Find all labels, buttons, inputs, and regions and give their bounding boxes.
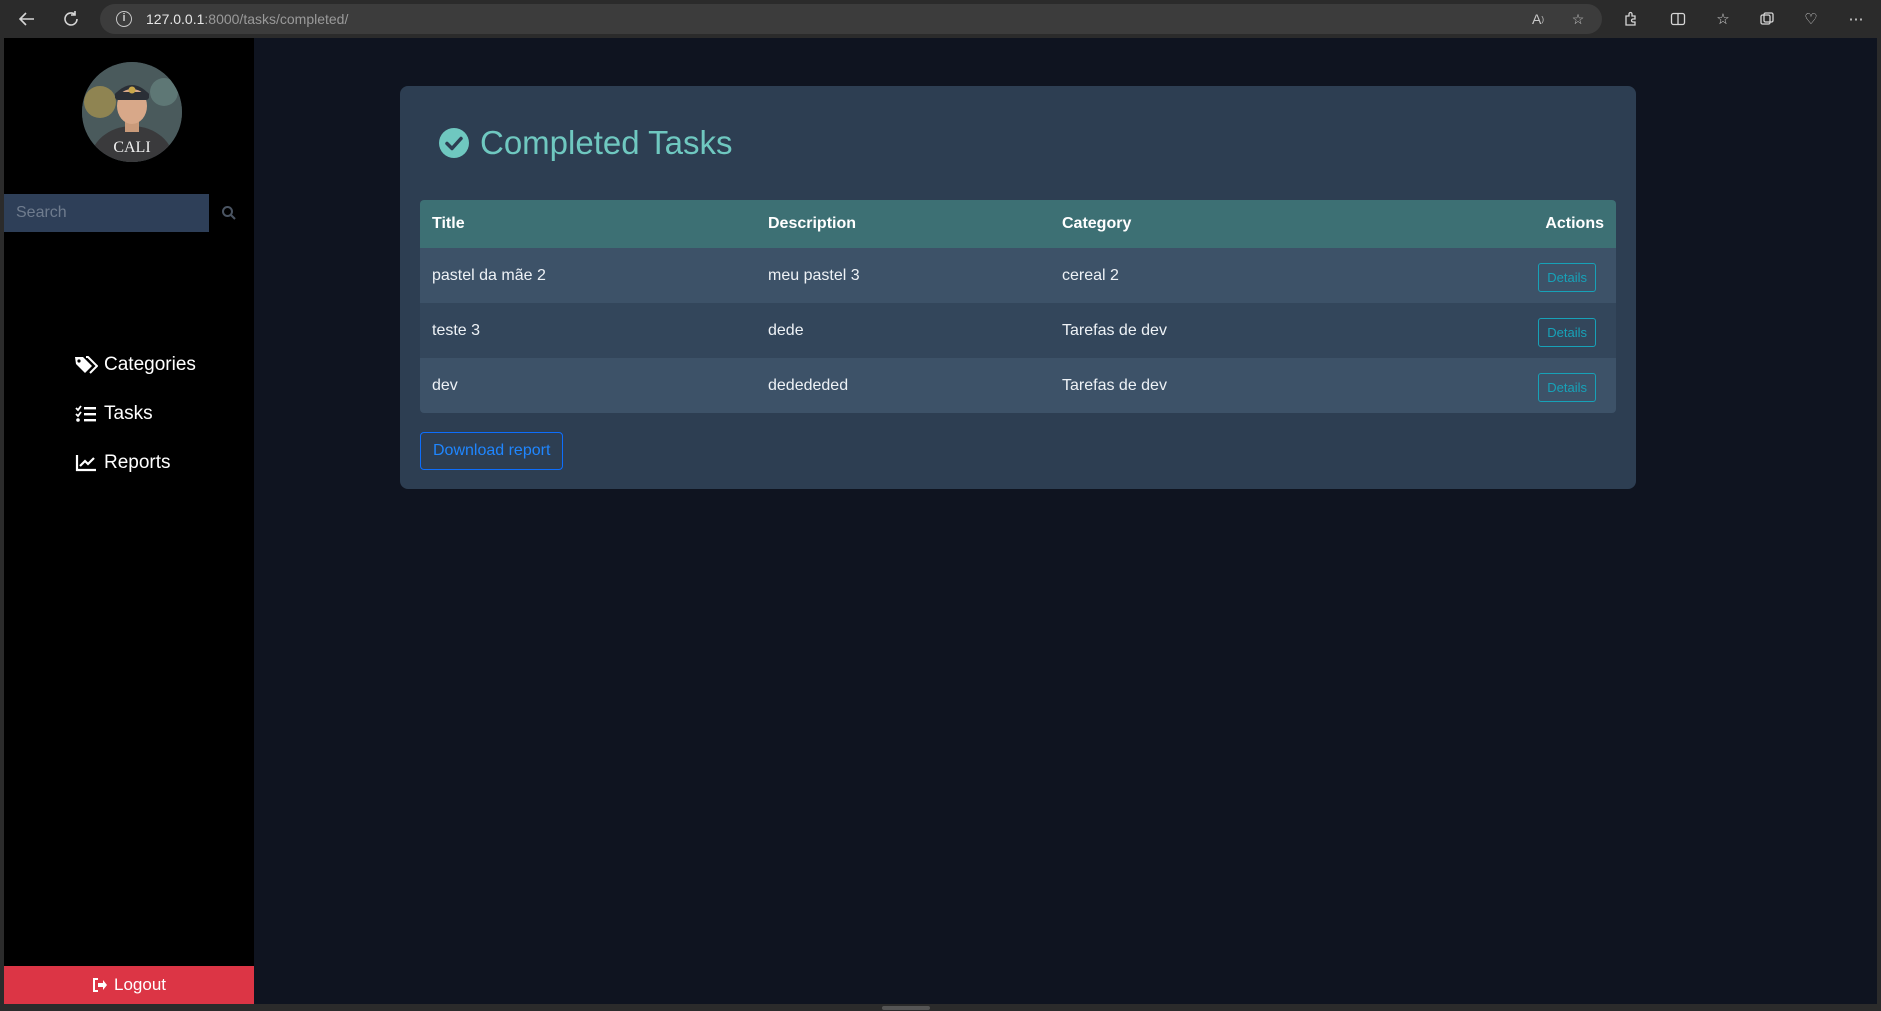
more-menu-icon[interactable]: ⋯ xyxy=(1846,9,1866,29)
search-icon[interactable] xyxy=(218,202,240,224)
sidebar-item-label: Reports xyxy=(104,451,171,473)
cell-description: meu pastel 3 xyxy=(768,266,860,284)
tasks-table: Title Description Category Actions paste… xyxy=(420,200,1616,413)
address-bar[interactable]: i 127.0.0.1:8000/tasks/completed/ A) ☆ xyxy=(100,4,1602,34)
details-button[interactable]: Details xyxy=(1538,263,1596,292)
app-viewport: CALI Categories Tasks xyxy=(4,38,1877,1004)
cell-title: teste 3 xyxy=(432,321,481,339)
cell-title: dev xyxy=(432,376,458,394)
favorites-icon[interactable]: ☆ xyxy=(1713,9,1733,29)
browser-essentials-icon[interactable]: ♡ xyxy=(1801,9,1821,29)
window-bottom-edge xyxy=(0,1004,1881,1011)
search-input[interactable] xyxy=(4,194,209,232)
table-header: Title Description Category Actions xyxy=(420,200,1616,248)
sidebar-item-reports[interactable]: Reports xyxy=(74,438,196,487)
cell-description: dede xyxy=(768,321,804,339)
cell-category: Tarefas de dev xyxy=(1062,321,1167,339)
logout-button[interactable]: Logout xyxy=(4,966,254,1004)
reload-icon[interactable] xyxy=(59,7,83,31)
favorite-star-icon[interactable]: ☆ xyxy=(1568,9,1588,29)
table-row: pastel da mãe 2 meu pastel 3 cereal 2 De… xyxy=(420,248,1616,303)
details-button[interactable]: Details xyxy=(1538,318,1596,347)
column-header-category: Category xyxy=(1062,215,1132,232)
avatar: CALI xyxy=(82,62,182,162)
sidebar: CALI Categories Tasks xyxy=(4,38,254,1004)
page-title: Completed Tasks xyxy=(438,124,733,162)
cell-category: Tarefas de dev xyxy=(1062,376,1167,394)
sidebar-item-categories[interactable]: Categories xyxy=(74,340,196,389)
cell-title: pastel da mãe 2 xyxy=(432,266,546,284)
split-screen-icon[interactable] xyxy=(1668,9,1688,29)
tags-icon xyxy=(74,354,98,376)
cell-description: dedededed xyxy=(768,376,849,394)
url-text: 127.0.0.1:8000/tasks/completed/ xyxy=(146,11,349,27)
page-title-text: Completed Tasks xyxy=(480,124,733,161)
collections-icon[interactable] xyxy=(1757,9,1777,29)
table-row: teste 3 dede Tarefas de dev Details xyxy=(420,303,1616,358)
column-header-actions: Actions xyxy=(1545,215,1604,232)
sidebar-search xyxy=(4,194,254,232)
cell-actions: Details xyxy=(1392,314,1616,347)
column-header-title: Title xyxy=(432,215,465,232)
site-info-icon[interactable]: i xyxy=(116,11,132,27)
sidebar-nav: Categories Tasks Reports xyxy=(74,340,196,487)
cell-category: cereal 2 xyxy=(1062,266,1119,284)
cell-actions: Details xyxy=(1392,369,1616,402)
download-report-button[interactable]: Download report xyxy=(420,432,564,470)
resize-handle[interactable] xyxy=(882,1006,930,1010)
details-button[interactable]: Details xyxy=(1538,373,1596,402)
table-row: dev dedededed Tarefas de dev Details xyxy=(420,358,1616,413)
sign-out-icon xyxy=(92,978,108,992)
check-circle-icon xyxy=(439,128,469,158)
sidebar-item-label: Categories xyxy=(104,353,196,375)
read-aloud-icon[interactable]: A) xyxy=(1528,9,1548,29)
sidebar-item-tasks[interactable]: Tasks xyxy=(74,389,196,438)
completed-tasks-card: Completed Tasks Title Description Catego… xyxy=(400,86,1636,489)
browser-toolbar: i 127.0.0.1:8000/tasks/completed/ A) ☆ ☆… xyxy=(0,0,1881,38)
svg-text:CALI: CALI xyxy=(113,139,150,156)
list-check-icon xyxy=(74,403,98,425)
cell-actions: Details xyxy=(1392,259,1616,292)
sidebar-item-label: Tasks xyxy=(104,402,153,424)
chart-line-icon xyxy=(74,452,98,474)
back-icon[interactable] xyxy=(15,7,39,31)
column-header-description: Description xyxy=(768,215,857,232)
extensions-icon[interactable] xyxy=(1621,9,1641,29)
logout-label: Logout xyxy=(114,975,166,994)
